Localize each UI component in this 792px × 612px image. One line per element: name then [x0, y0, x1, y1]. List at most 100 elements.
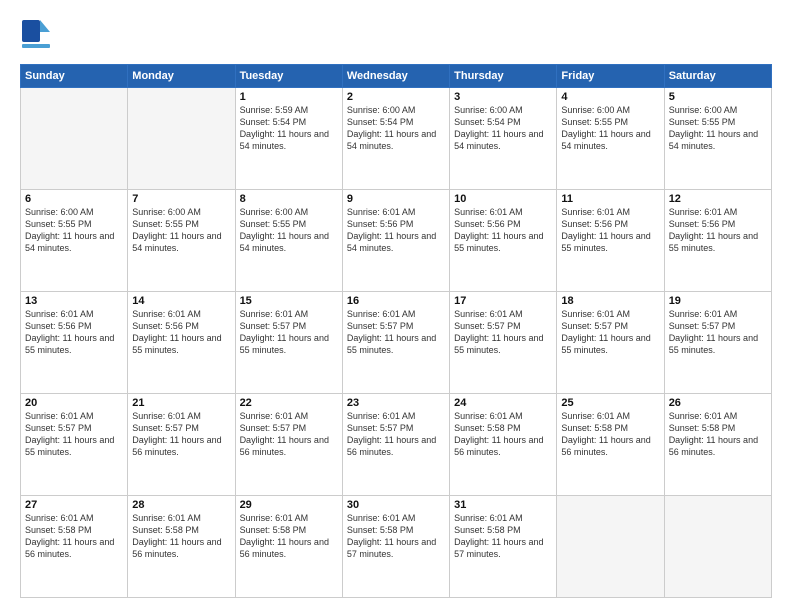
day-number: 11: [561, 193, 659, 205]
day-info: Sunrise: 6:01 AM Sunset: 5:56 PM Dayligh…: [669, 206, 767, 255]
day-info: Sunrise: 6:00 AM Sunset: 5:55 PM Dayligh…: [132, 206, 230, 255]
day-info: Sunrise: 6:01 AM Sunset: 5:58 PM Dayligh…: [669, 410, 767, 459]
day-number: 30: [347, 499, 445, 511]
day-cell: 24Sunrise: 6:01 AM Sunset: 5:58 PM Dayli…: [450, 394, 557, 496]
day-cell: 29Sunrise: 6:01 AM Sunset: 5:58 PM Dayli…: [235, 496, 342, 598]
day-number: 31: [454, 499, 552, 511]
day-number: 10: [454, 193, 552, 205]
day-cell: 26Sunrise: 6:01 AM Sunset: 5:58 PM Dayli…: [664, 394, 771, 496]
day-info: Sunrise: 6:01 AM Sunset: 5:57 PM Dayligh…: [240, 308, 338, 357]
day-number: 29: [240, 499, 338, 511]
weekday-tuesday: Tuesday: [235, 65, 342, 88]
week-row-5: 27Sunrise: 6:01 AM Sunset: 5:58 PM Dayli…: [21, 496, 772, 598]
weekday-monday: Monday: [128, 65, 235, 88]
day-info: Sunrise: 6:01 AM Sunset: 5:57 PM Dayligh…: [347, 308, 445, 357]
day-info: Sunrise: 6:01 AM Sunset: 5:57 PM Dayligh…: [454, 308, 552, 357]
day-number: 1: [240, 91, 338, 103]
day-cell: 28Sunrise: 6:01 AM Sunset: 5:58 PM Dayli…: [128, 496, 235, 598]
day-info: Sunrise: 6:01 AM Sunset: 5:57 PM Dayligh…: [240, 410, 338, 459]
day-cell: 11Sunrise: 6:01 AM Sunset: 5:56 PM Dayli…: [557, 190, 664, 292]
day-info: Sunrise: 6:01 AM Sunset: 5:57 PM Dayligh…: [132, 410, 230, 459]
day-cell: 30Sunrise: 6:01 AM Sunset: 5:58 PM Dayli…: [342, 496, 449, 598]
day-number: 4: [561, 91, 659, 103]
day-number: 17: [454, 295, 552, 307]
day-info: Sunrise: 6:01 AM Sunset: 5:58 PM Dayligh…: [240, 512, 338, 561]
day-cell: 19Sunrise: 6:01 AM Sunset: 5:57 PM Dayli…: [664, 292, 771, 394]
day-number: 27: [25, 499, 123, 511]
day-info: Sunrise: 6:01 AM Sunset: 5:56 PM Dayligh…: [347, 206, 445, 255]
day-info: Sunrise: 6:01 AM Sunset: 5:56 PM Dayligh…: [561, 206, 659, 255]
day-cell: 3Sunrise: 6:00 AM Sunset: 5:54 PM Daylig…: [450, 88, 557, 190]
week-row-2: 6Sunrise: 6:00 AM Sunset: 5:55 PM Daylig…: [21, 190, 772, 292]
day-cell: 17Sunrise: 6:01 AM Sunset: 5:57 PM Dayli…: [450, 292, 557, 394]
day-info: Sunrise: 6:01 AM Sunset: 5:58 PM Dayligh…: [347, 512, 445, 561]
day-cell: 4Sunrise: 6:00 AM Sunset: 5:55 PM Daylig…: [557, 88, 664, 190]
day-info: Sunrise: 6:00 AM Sunset: 5:54 PM Dayligh…: [347, 104, 445, 153]
day-info: Sunrise: 6:00 AM Sunset: 5:55 PM Dayligh…: [240, 206, 338, 255]
day-number: 18: [561, 295, 659, 307]
day-cell: 27Sunrise: 6:01 AM Sunset: 5:58 PM Dayli…: [21, 496, 128, 598]
day-cell: 22Sunrise: 6:01 AM Sunset: 5:57 PM Dayli…: [235, 394, 342, 496]
page: SundayMondayTuesdayWednesdayThursdayFrid…: [0, 0, 792, 612]
calendar-table: SundayMondayTuesdayWednesdayThursdayFrid…: [20, 64, 772, 598]
week-row-4: 20 Sunrise: 6:01 AM Sunset: 5:57 PM Dayli…: [21, 394, 772, 496]
day-number: 28: [132, 499, 230, 511]
day-number: 19: [669, 295, 767, 307]
day-number: 9: [347, 193, 445, 205]
day-info: Sunrise: 6:01 AM Sunset: 5:58 PM Dayligh…: [25, 512, 123, 561]
day-number: 22: [240, 397, 338, 409]
day-info: Sunrise: 6:00 AM Sunset: 5:55 PM Dayligh…: [561, 104, 659, 153]
day-info: Sunrise: 6:01 AM Sunset: 5:58 PM Dayligh…: [454, 512, 552, 561]
day-number: 14: [132, 295, 230, 307]
day-cell: [128, 88, 235, 190]
weekday-friday: Friday: [557, 65, 664, 88]
day-info: Sunrise: 6:01 AM Sunset: 5:58 PM Dayligh…: [561, 410, 659, 459]
weekday-thursday: Thursday: [450, 65, 557, 88]
day-number: 21: [132, 397, 230, 409]
day-cell: 2Sunrise: 6:00 AM Sunset: 5:54 PM Daylig…: [342, 88, 449, 190]
day-number: 26: [669, 397, 767, 409]
weekday-header-row: SundayMondayTuesdayWednesdayThursdayFrid…: [21, 65, 772, 88]
day-number: 8: [240, 193, 338, 205]
day-number: 15: [240, 295, 338, 307]
day-info: Sunrise: 6:00 AM Sunset: 5:55 PM Dayligh…: [25, 206, 123, 255]
day-cell: 20Sunrise: 6:01 AM Sunset: 5:57 PM Dayli…: [21, 394, 128, 496]
day-cell: 7Sunrise: 6:00 AM Sunset: 5:55 PM Daylig…: [128, 190, 235, 292]
day-cell: [557, 496, 664, 598]
day-number: 23: [347, 397, 445, 409]
day-number: 20: [25, 397, 123, 409]
day-info: Sunrise: 6:00 AM Sunset: 5:54 PM Dayligh…: [454, 104, 552, 153]
day-cell: 18Sunrise: 6:01 AM Sunset: 5:57 PM Dayli…: [557, 292, 664, 394]
day-number: 5: [669, 91, 767, 103]
week-row-1: 1Sunrise: 5:59 AM Sunset: 5:54 PM Daylig…: [21, 88, 772, 190]
day-cell: [664, 496, 771, 598]
day-info: Sunrise: 6:00 AM Sunset: 5:55 PM Dayligh…: [669, 104, 767, 153]
weekday-sunday: Sunday: [21, 65, 128, 88]
day-number: 7: [132, 193, 230, 205]
weekday-saturday: Saturday: [664, 65, 771, 88]
day-cell: 8Sunrise: 6:00 AM Sunset: 5:55 PM Daylig…: [235, 190, 342, 292]
day-info: Sunrise: 6:01 AM Sunset: 5:58 PM Dayligh…: [454, 410, 552, 459]
day-number: 6: [25, 193, 123, 205]
day-cell: 6Sunrise: 6:00 AM Sunset: 5:55 PM Daylig…: [21, 190, 128, 292]
day-cell: 31Sunrise: 6:01 AM Sunset: 5:58 PM Dayli…: [450, 496, 557, 598]
day-cell: 12Sunrise: 6:01 AM Sunset: 5:56 PM Dayli…: [664, 190, 771, 292]
day-cell: 9Sunrise: 6:01 AM Sunset: 5:56 PM Daylig…: [342, 190, 449, 292]
day-cell: 23Sunrise: 6:01 AM Sunset: 5:57 PM Dayli…: [342, 394, 449, 496]
day-number: 24: [454, 397, 552, 409]
day-number: 16: [347, 295, 445, 307]
logo-icon: [20, 18, 52, 54]
day-info: Sunrise: 6:01 AM Sunset: 5:56 PM Dayligh…: [132, 308, 230, 357]
day-cell: 21Sunrise: 6:01 AM Sunset: 5:57 PM Dayli…: [128, 394, 235, 496]
day-info: Sunrise: 6:01 AM Sunset: 5:56 PM Dayligh…: [454, 206, 552, 255]
day-number: 13: [25, 295, 123, 307]
day-info: Sunrise: 6:01 AM Sunset: 5:57 PM Dayligh…: [347, 410, 445, 459]
day-cell: 16Sunrise: 6:01 AM Sunset: 5:57 PM Dayli…: [342, 292, 449, 394]
day-info: Sunrise: 6:01 AM Sunset: 5:58 PM Dayligh…: [132, 512, 230, 561]
day-info: Sunrise: 6:01 AM Sunset: 5:57 PM Dayligh…: [561, 308, 659, 357]
logo: [20, 18, 52, 54]
day-cell: 25Sunrise: 6:01 AM Sunset: 5:58 PM Dayli…: [557, 394, 664, 496]
day-number: 2: [347, 91, 445, 103]
day-cell: 14Sunrise: 6:01 AM Sunset: 5:56 PM Dayli…: [128, 292, 235, 394]
day-cell: 10Sunrise: 6:01 AM Sunset: 5:56 PM Dayli…: [450, 190, 557, 292]
